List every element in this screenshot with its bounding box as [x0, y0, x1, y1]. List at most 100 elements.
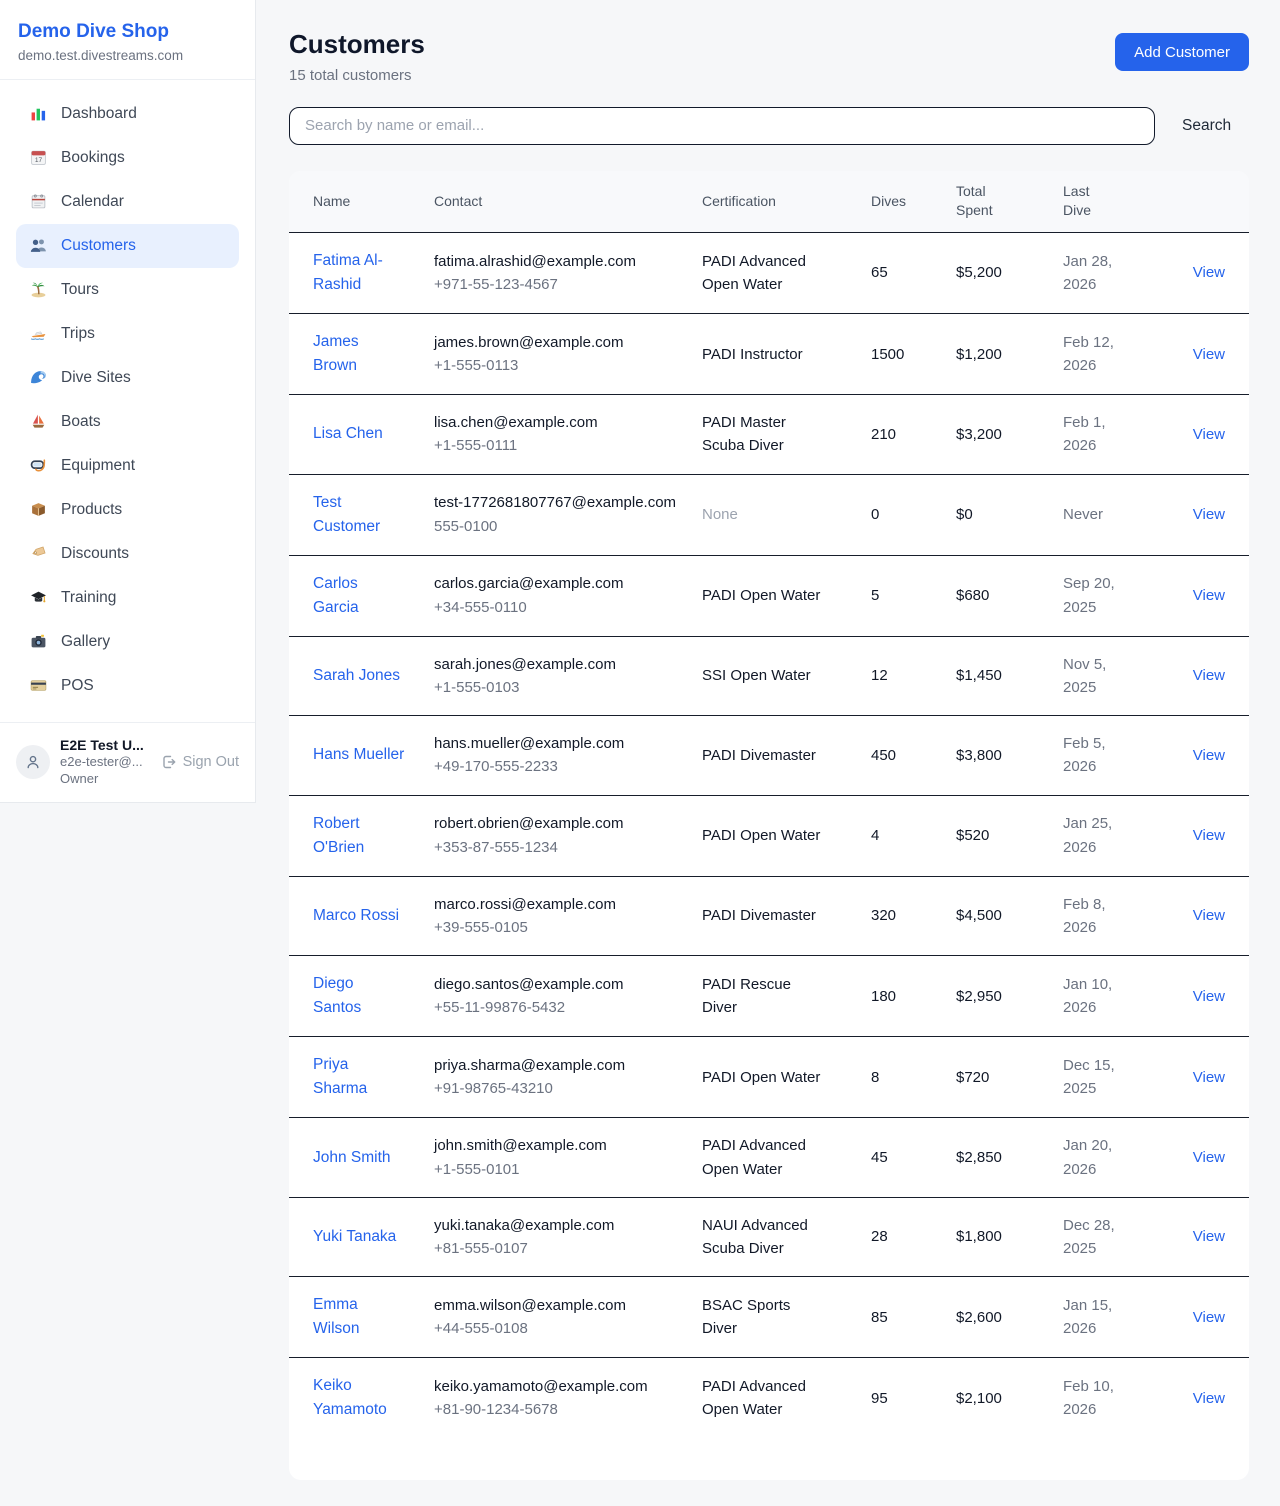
- view-customer-link[interactable]: View: [1193, 907, 1225, 924]
- customer-name-link[interactable]: Diego Santos: [313, 972, 405, 1020]
- cell-certification: SSI Open Water: [702, 636, 871, 716]
- customer-name-link[interactable]: Test Customer: [313, 491, 405, 539]
- sidebar-item-trips[interactable]: Trips: [16, 312, 239, 356]
- cell-total-spent: $5,200: [956, 233, 1063, 314]
- view-customer-link[interactable]: View: [1193, 587, 1225, 604]
- customer-name-link[interactable]: Yuki Tanaka: [313, 1225, 396, 1249]
- view-customer-link[interactable]: View: [1193, 506, 1225, 523]
- sidebar-item-boats[interactable]: Boats: [16, 400, 239, 444]
- customer-email: priya.sharma@example.com: [434, 1054, 694, 1077]
- customer-count: 15 total customers: [289, 67, 425, 84]
- customer-name-link[interactable]: Carlos Garcia: [313, 572, 405, 620]
- customer-email: john.smith@example.com: [434, 1134, 694, 1157]
- customer-total-spent: $2,600: [956, 1309, 1002, 1326]
- view-customer-link[interactable]: View: [1193, 747, 1225, 764]
- customer-certification: None: [702, 503, 738, 526]
- cell-name: Carlos Garcia: [289, 555, 434, 636]
- customer-name-link[interactable]: Emma Wilson: [313, 1293, 405, 1341]
- cell-dives: 28: [871, 1197, 956, 1277]
- search-button[interactable]: Search: [1182, 117, 1231, 135]
- sidebar-item-gallery[interactable]: Gallery: [16, 620, 239, 664]
- search-input[interactable]: [289, 107, 1155, 145]
- sidebar-item-pos[interactable]: POS: [16, 664, 239, 708]
- package-icon: [29, 501, 47, 519]
- cell-contact: test-1772681807767@example.com 555-0100: [434, 474, 702, 555]
- sign-out-label: Sign Out: [183, 754, 239, 770]
- customer-last-dive: Sep 20, 2025: [1063, 572, 1133, 619]
- customer-email: sarah.jones@example.com: [434, 653, 694, 676]
- customer-name-link[interactable]: John Smith: [313, 1146, 391, 1170]
- view-customer-link[interactable]: View: [1193, 1149, 1225, 1166]
- cell-certification: PADI Divemaster: [702, 876, 871, 956]
- cell-total-spent: $3,200: [956, 395, 1063, 475]
- view-customer-link[interactable]: View: [1193, 988, 1225, 1005]
- customer-phone: 555-0100: [434, 515, 694, 538]
- sidebar-item-tours[interactable]: Tours: [16, 268, 239, 312]
- customer-name-link[interactable]: Priya Sharma: [313, 1053, 405, 1101]
- customer-name-link[interactable]: Fatima Al-Rashid: [313, 249, 405, 297]
- sidebar-item-label: Tours: [61, 281, 99, 299]
- customer-last-dive: Feb 5, 2026: [1063, 732, 1133, 779]
- customer-name-link[interactable]: Lisa Chen: [313, 422, 383, 446]
- view-customer-link[interactable]: View: [1193, 1228, 1225, 1245]
- customer-certification: PADI Advanced Open Water: [702, 1375, 824, 1422]
- view-customer-link[interactable]: View: [1193, 264, 1225, 281]
- view-customer-link[interactable]: View: [1193, 1390, 1225, 1407]
- sidebar-item-label: Products: [61, 501, 122, 519]
- view-customer-link[interactable]: View: [1193, 346, 1225, 363]
- sidebar-item-equipment[interactable]: Equipment: [16, 444, 239, 488]
- cell-dives: 95: [871, 1358, 956, 1439]
- cell-contact: yuki.tanaka@example.com +81-555-0107: [434, 1197, 702, 1277]
- column-header-actions: [1169, 171, 1249, 233]
- cell-certification: BSAC Sports Diver: [702, 1277, 871, 1358]
- cell-view: View: [1169, 795, 1249, 876]
- add-customer-button[interactable]: Add Customer: [1115, 33, 1249, 71]
- sidebar-item-calendar[interactable]: Calendar: [16, 180, 239, 224]
- view-customer-link[interactable]: View: [1193, 827, 1225, 844]
- sidebar-item-bookings[interactable]: 17 Bookings: [16, 136, 239, 180]
- customer-certification: NAUI Advanced Scuba Diver: [702, 1214, 824, 1261]
- cell-name: Hans Mueller: [289, 716, 434, 796]
- customer-certification: PADI Open Water: [702, 824, 820, 847]
- cell-certification: PADI Master Scuba Diver: [702, 395, 871, 475]
- view-customer-link[interactable]: View: [1193, 1309, 1225, 1326]
- sidebar-item-customers[interactable]: Customers: [16, 224, 239, 268]
- sidebar: Demo Dive Shop demo.test.divestreams.com…: [0, 0, 256, 803]
- customer-email: keiko.yamamoto@example.com: [434, 1375, 694, 1398]
- sidebar-item-products[interactable]: Products: [16, 488, 239, 532]
- customer-name-link[interactable]: Hans Mueller: [313, 743, 404, 767]
- tag-icon: [29, 545, 47, 563]
- customer-phone: +1-555-0101: [434, 1158, 694, 1181]
- page-title: Customers: [289, 30, 425, 59]
- customer-dives: 28: [871, 1228, 888, 1245]
- table-row: John Smith john.smith@example.com +1-555…: [289, 1118, 1249, 1198]
- cell-view: View: [1169, 314, 1249, 395]
- sign-out-button[interactable]: Sign Out: [161, 754, 239, 770]
- sidebar-item-label: Calendar: [61, 193, 124, 211]
- cell-last-dive: Feb 8, 2026: [1063, 876, 1169, 956]
- cell-dives: 210: [871, 395, 956, 475]
- sidebar-item-discounts[interactable]: Discounts: [16, 532, 239, 576]
- cell-total-spent: $720: [956, 1037, 1063, 1118]
- sidebar-item-training[interactable]: Training: [16, 576, 239, 620]
- cell-view: View: [1169, 1118, 1249, 1198]
- customer-phone: +971-55-123-4567: [434, 273, 694, 296]
- sidebar-item-label: Gallery: [61, 633, 110, 651]
- customer-name-link[interactable]: Keiko Yamamoto: [313, 1374, 405, 1422]
- customer-name-link[interactable]: James Brown: [313, 330, 405, 378]
- sidebar-item-dive-sites[interactable]: Dive Sites: [16, 356, 239, 400]
- view-customer-link[interactable]: View: [1193, 667, 1225, 684]
- cell-dives: 4: [871, 795, 956, 876]
- cell-contact: emma.wilson@example.com +44-555-0108: [434, 1277, 702, 1358]
- customer-name-link[interactable]: Sarah Jones: [313, 664, 400, 688]
- cell-name: Fatima Al-Rashid: [289, 233, 434, 314]
- view-customer-link[interactable]: View: [1193, 1069, 1225, 1086]
- customer-name-link[interactable]: Robert O'Brien: [313, 812, 405, 860]
- view-customer-link[interactable]: View: [1193, 426, 1225, 443]
- cell-last-dive: Jan 15, 2026: [1063, 1277, 1169, 1358]
- customer-email: lisa.chen@example.com: [434, 411, 694, 434]
- table-row: Lisa Chen lisa.chen@example.com +1-555-0…: [289, 395, 1249, 475]
- cell-total-spent: $2,950: [956, 956, 1063, 1037]
- sidebar-item-dashboard[interactable]: Dashboard: [16, 92, 239, 136]
- customer-name-link[interactable]: Marco Rossi: [313, 904, 399, 928]
